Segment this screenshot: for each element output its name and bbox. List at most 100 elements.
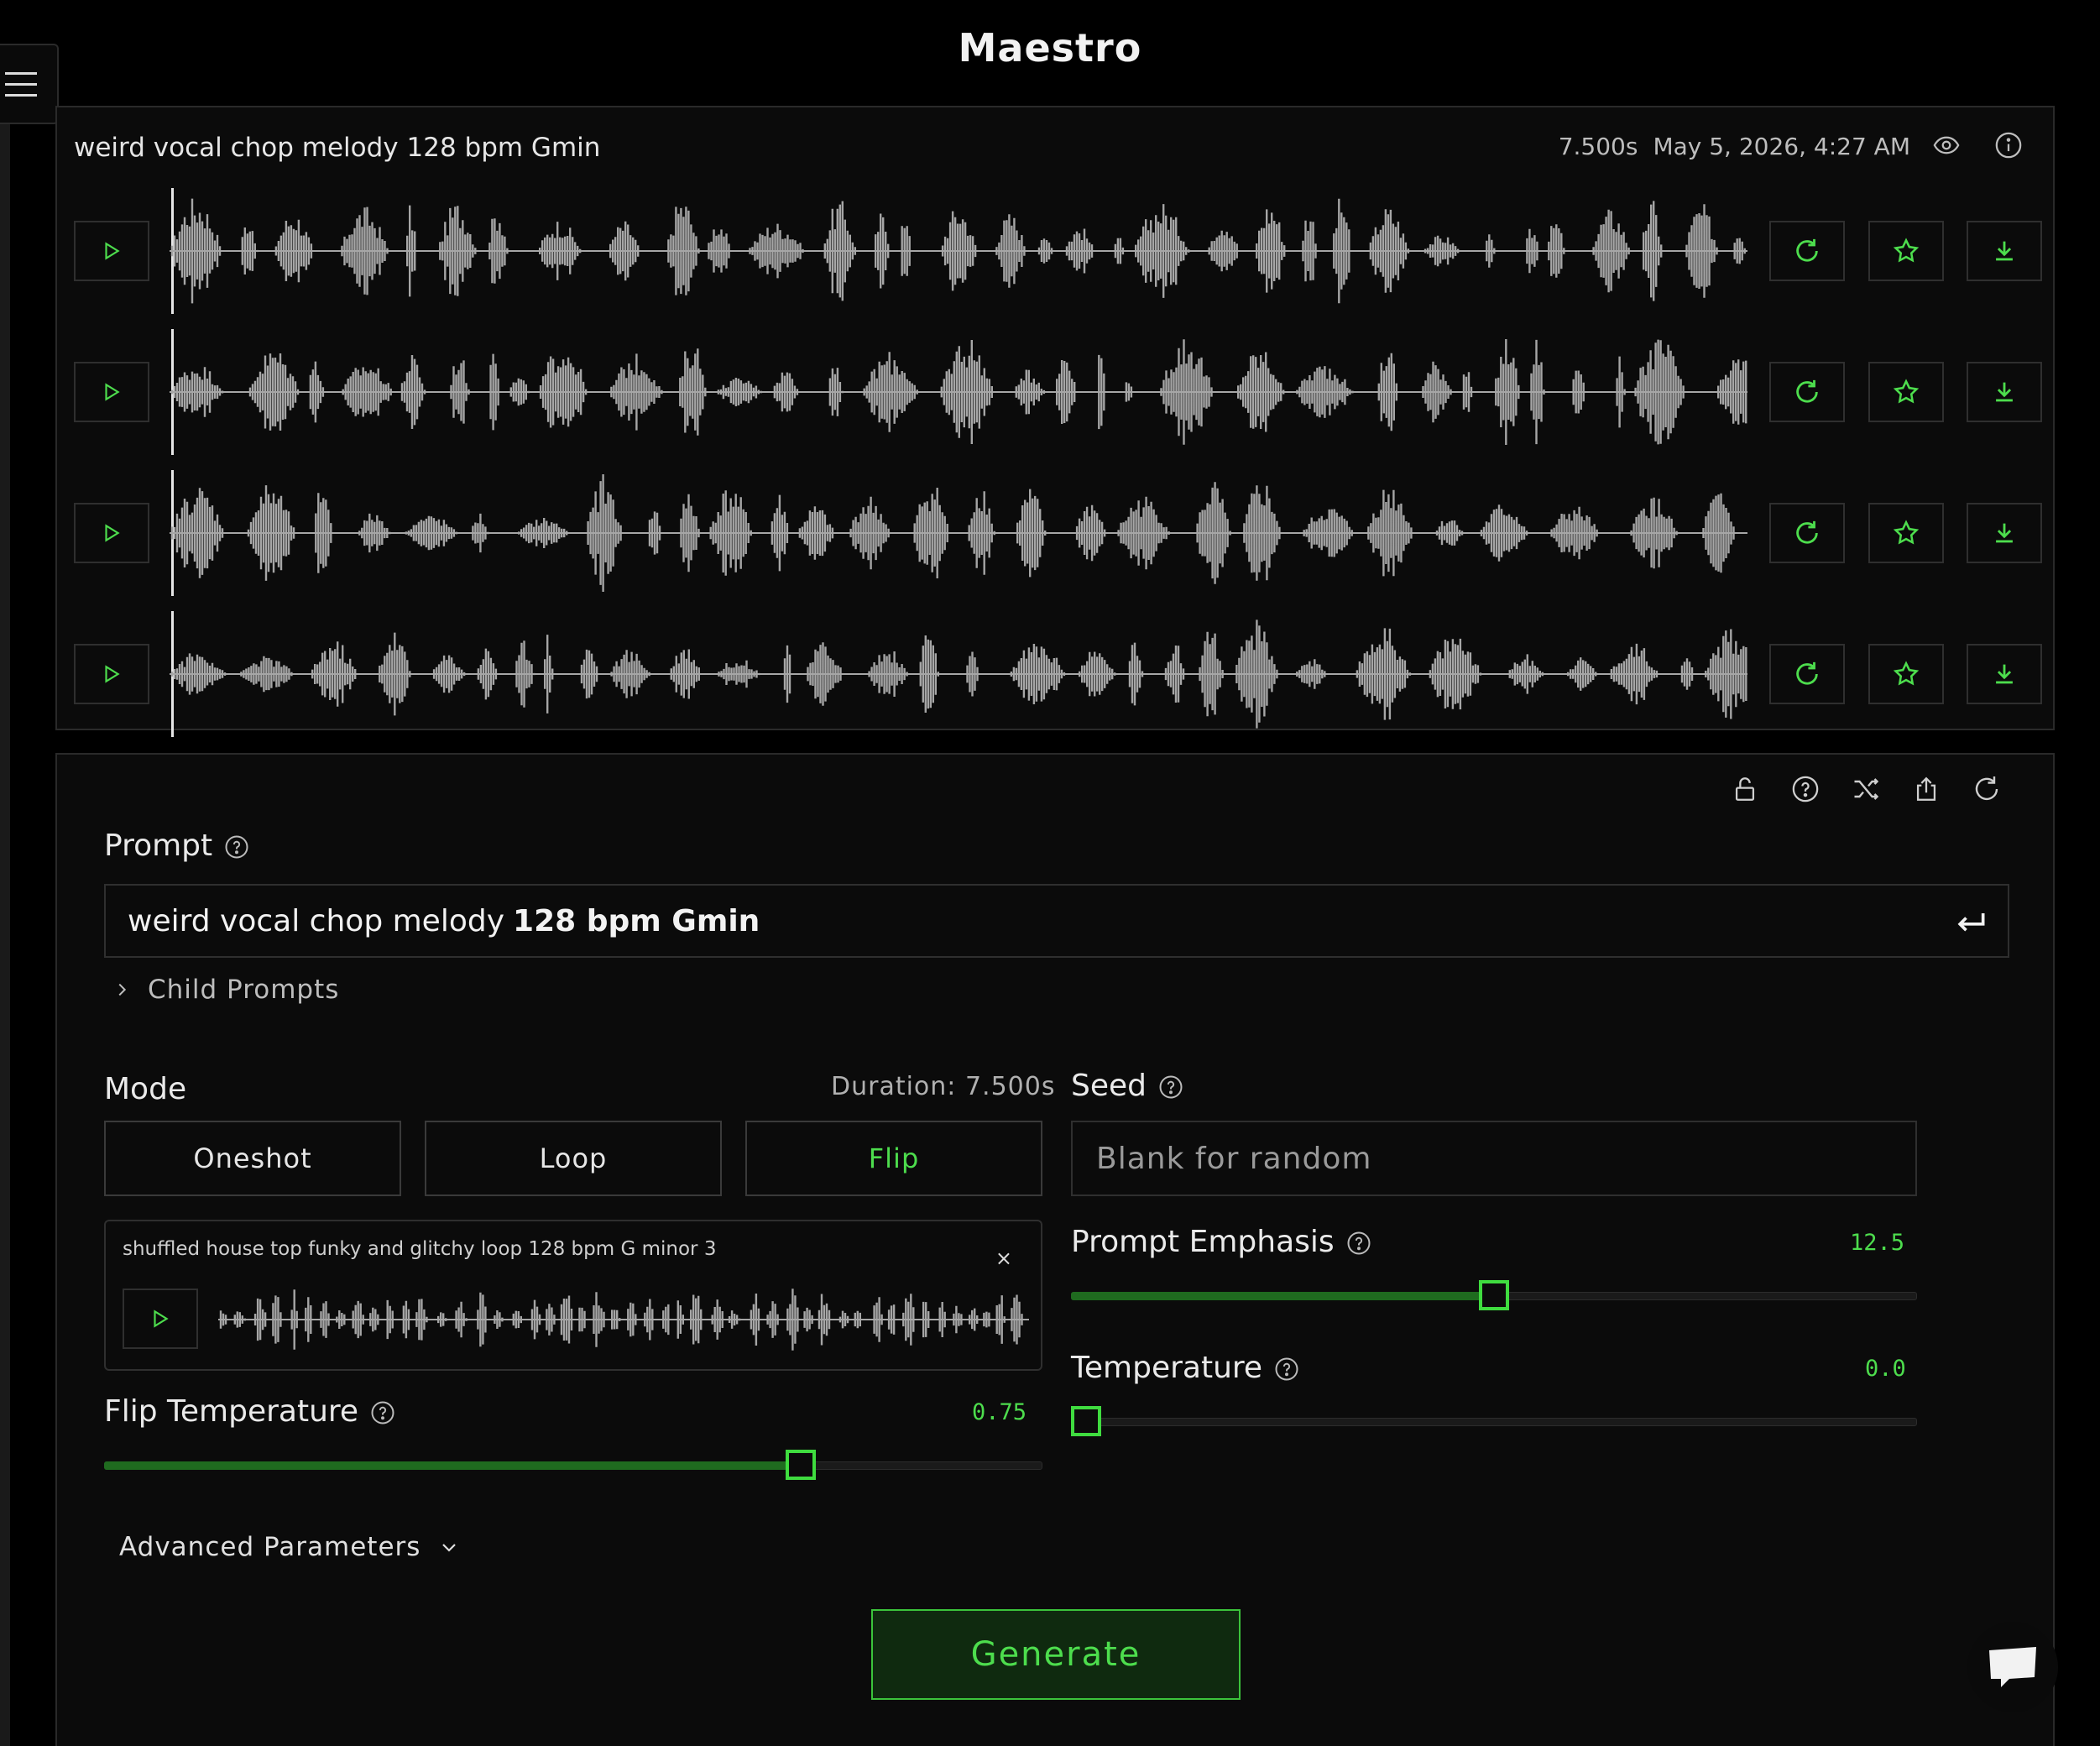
play-icon (105, 242, 120, 260)
play-icon (105, 665, 120, 683)
prompt-emphasis-slider[interactable] (1071, 1280, 1917, 1310)
lock-icon[interactable] (1727, 771, 1763, 807)
refresh-icon (1796, 661, 1818, 685)
play-button[interactable] (74, 362, 149, 422)
prompt-emphasis-value: 12.5 (1850, 1230, 1905, 1256)
child-prompts-toggle[interactable]: Child Prompts (112, 975, 339, 1005)
menu-button[interactable] (0, 44, 59, 124)
help-icon[interactable] (1788, 771, 1823, 807)
download-button[interactable] (1967, 503, 2042, 563)
left-sidebar-edge (0, 124, 10, 1746)
temperature-slider[interactable] (1071, 1406, 1917, 1436)
favorite-button[interactable] (1868, 362, 1944, 422)
share-icon[interactable] (1909, 771, 1944, 807)
result-track (74, 329, 2046, 455)
regenerate-button[interactable] (1769, 503, 1845, 563)
refresh-icon (1796, 379, 1818, 403)
download-icon (1996, 241, 2013, 261)
prompt-text: weird vocal chop melody (128, 903, 505, 938)
enter-icon[interactable] (1952, 904, 1989, 941)
play-button[interactable] (74, 503, 149, 563)
prompt-input[interactable]: weird vocal chop melody 128 bpm Gmin (104, 884, 2009, 958)
result-meta: 7.500s May 5, 2026, 4:27 AM (1559, 133, 1910, 160)
result-track (74, 611, 2046, 737)
star-icon (1893, 661, 1920, 686)
advanced-parameters-toggle[interactable]: Advanced Parameters (119, 1532, 459, 1562)
temperature-label: Temperature (1071, 1351, 1299, 1385)
download-button[interactable] (1967, 221, 2042, 281)
play-icon (105, 524, 120, 542)
flip-source-card: shuffled house top funky and glitchy loo… (104, 1220, 1042, 1371)
mode-label: Mode (104, 1072, 187, 1106)
favorite-button[interactable] (1868, 644, 1944, 704)
track-waveform[interactable] (170, 188, 1747, 314)
download-button[interactable] (1967, 362, 2042, 422)
track-waveform[interactable] (170, 470, 1747, 596)
flip-temperature-help-icon[interactable] (370, 1400, 395, 1425)
close-icon[interactable]: × (995, 1247, 1012, 1270)
hamburger-icon-line (5, 82, 37, 86)
slider-thumb[interactable] (785, 1450, 816, 1480)
duration-readout: Duration: 7.500s (831, 1072, 1056, 1101)
prompt-emphasis-label: Prompt Emphasis (1071, 1225, 1371, 1259)
track-waveform[interactable] (170, 329, 1747, 455)
result-duration: 7.500s (1558, 133, 1638, 160)
flip-source-waveform[interactable] (218, 1282, 1029, 1357)
reset-icon[interactable] (1969, 771, 2004, 807)
track-waveform[interactable] (170, 611, 1747, 737)
shuffle-icon[interactable] (1848, 771, 1883, 807)
play-icon (105, 383, 120, 401)
result-track (74, 470, 2046, 596)
download-icon (1996, 523, 2013, 543)
info-icon[interactable] (1994, 131, 2023, 159)
star-icon (1893, 238, 1920, 263)
favorite-button[interactable] (1868, 221, 1944, 281)
generation-controls-panel: Prompt weird vocal chop melody 128 bpm Gm… (55, 753, 2055, 1746)
temperature-value: 0.0 (1865, 1356, 1906, 1382)
flip-temperature-value: 0.75 (972, 1399, 1027, 1425)
regenerate-button[interactable] (1769, 221, 1845, 281)
flip-source-title: shuffled house top funky and glitchy loo… (123, 1238, 717, 1260)
result-track (74, 188, 2046, 314)
seed-help-icon[interactable] (1158, 1074, 1183, 1100)
download-button[interactable] (1967, 644, 2042, 704)
star-icon (1893, 520, 1920, 545)
flip-temperature-slider[interactable] (104, 1450, 1042, 1480)
mode-oneshot-button[interactable]: Oneshot (104, 1121, 401, 1196)
play-button[interactable] (74, 221, 149, 281)
eye-icon[interactable] (1932, 131, 1961, 159)
hamburger-icon-line (5, 93, 37, 97)
hamburger-icon-line (5, 71, 37, 75)
mode-loop-button[interactable]: Loop (425, 1121, 722, 1196)
flip-temperature-label: Flip Temperature (104, 1394, 395, 1429)
generate-button[interactable]: Generate (871, 1609, 1241, 1700)
seed-input[interactable] (1071, 1121, 1917, 1196)
chat-button[interactable] (1967, 1622, 2058, 1712)
flip-source-play-button[interactable] (123, 1289, 198, 1349)
prompt-help-icon[interactable] (224, 834, 249, 860)
chevron-down-icon (442, 1544, 457, 1552)
regenerate-button[interactable] (1769, 362, 1845, 422)
slider-thumb[interactable] (1071, 1406, 1101, 1436)
prompt-text-bold: 128 bpm Gmin (513, 903, 760, 938)
download-icon (1996, 664, 2013, 684)
refresh-icon (1796, 520, 1818, 544)
app-title: Maestro (958, 25, 1142, 71)
result-title: weird vocal chop melody 128 bpm Gmin (74, 133, 601, 163)
regenerate-button[interactable] (1769, 644, 1845, 704)
mode-flip-button[interactable]: Flip (745, 1121, 1042, 1196)
star-icon (1893, 379, 1920, 404)
favorite-button[interactable] (1868, 503, 1944, 563)
result-timestamp: May 5, 2026, 4:27 AM (1653, 133, 1910, 160)
seed-label: Seed (1071, 1069, 1183, 1103)
slider-thumb[interactable] (1479, 1280, 1509, 1310)
play-button[interactable] (74, 644, 149, 704)
prompt-emphasis-help-icon[interactable] (1346, 1231, 1371, 1256)
chevron-right-icon (118, 983, 127, 996)
download-icon (1996, 382, 2013, 402)
temperature-help-icon[interactable] (1274, 1357, 1299, 1382)
prompt-label: Prompt (104, 829, 249, 863)
results-panel: weird vocal chop melody 128 bpm Gmin 7.5… (55, 106, 2055, 737)
refresh-icon (1796, 238, 1818, 262)
play-icon (154, 1310, 169, 1328)
